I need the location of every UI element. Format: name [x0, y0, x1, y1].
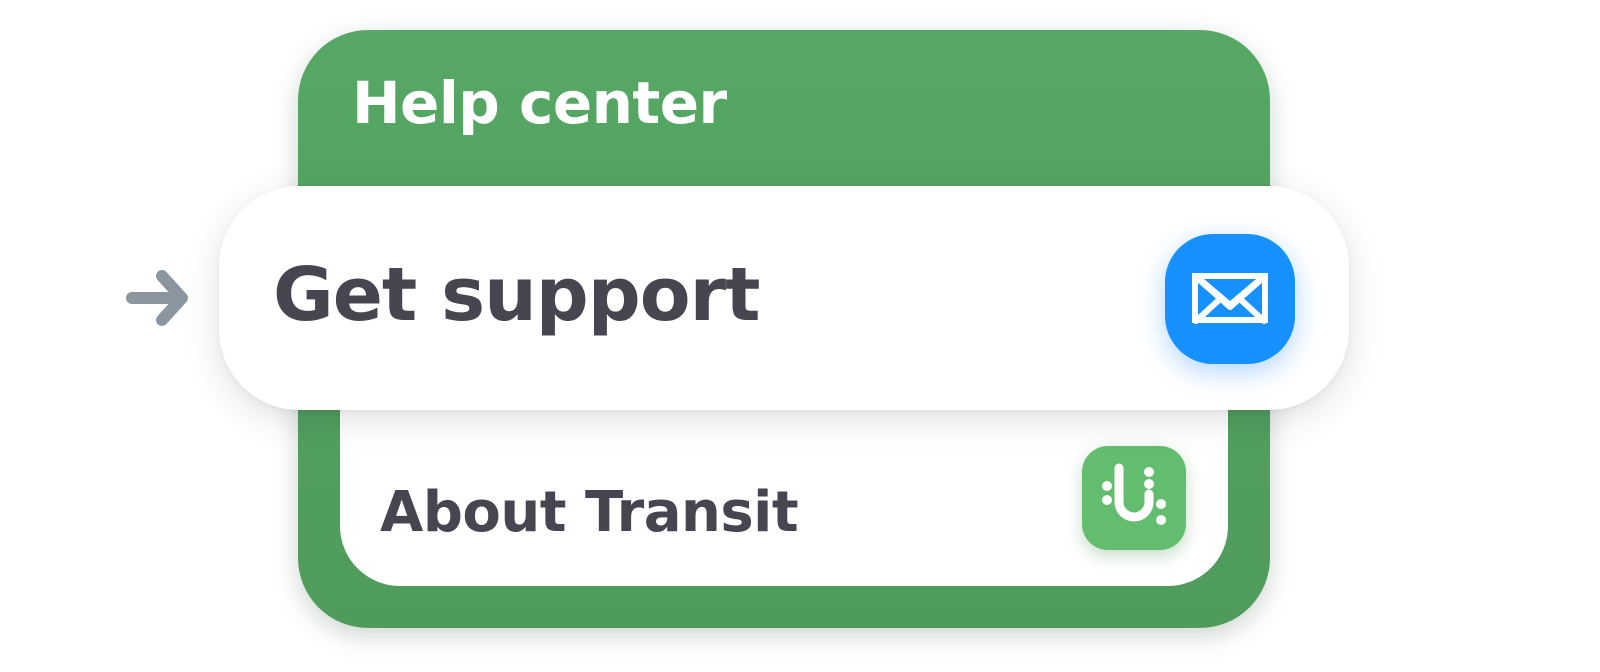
about-transit-row[interactable]: About Transit	[340, 380, 1228, 586]
get-support-label: Get support	[273, 252, 760, 338]
mail-button[interactable]	[1165, 234, 1295, 364]
help-center-illustration: Help center About Transit Get support	[0, 0, 1600, 672]
get-support-row[interactable]: Get support	[219, 186, 1349, 410]
arrow-right-icon	[126, 270, 188, 326]
about-transit-label: About Transit	[380, 480, 799, 545]
transit-logo-glyph	[1102, 463, 1166, 525]
transit-logo-icon	[1082, 446, 1186, 550]
help-center-title: Help center	[352, 69, 727, 137]
envelope-icon	[1192, 273, 1268, 324]
